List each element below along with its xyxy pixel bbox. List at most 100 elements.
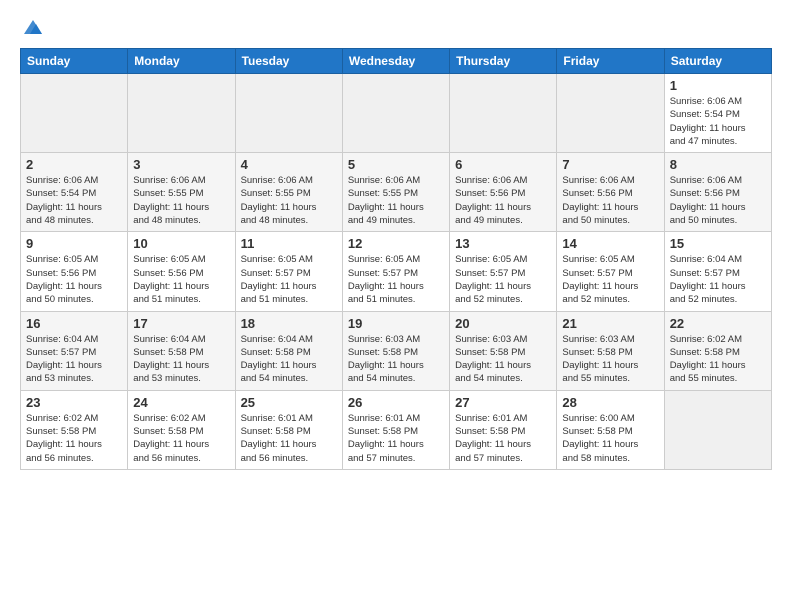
day-header-thursday: Thursday <box>450 49 557 74</box>
day-number: 7 <box>562 157 658 172</box>
day-info: Sunrise: 6:06 AM Sunset: 5:55 PM Dayligh… <box>241 174 337 227</box>
calendar-cell <box>128 74 235 153</box>
day-info: Sunrise: 6:04 AM Sunset: 5:57 PM Dayligh… <box>26 333 122 386</box>
day-number: 26 <box>348 395 444 410</box>
day-number: 12 <box>348 236 444 251</box>
day-info: Sunrise: 6:05 AM Sunset: 5:56 PM Dayligh… <box>26 253 122 306</box>
week-row-3: 9 Sunrise: 6:05 AM Sunset: 5:56 PM Daylig… <box>21 232 772 311</box>
day-number: 28 <box>562 395 658 410</box>
page: SundayMondayTuesdayWednesdayThursdayFrid… <box>0 0 792 486</box>
calendar-cell: 7 Sunrise: 6:06 AM Sunset: 5:56 PM Daylig… <box>557 153 664 232</box>
calendar-cell: 4 Sunrise: 6:06 AM Sunset: 5:55 PM Daylig… <box>235 153 342 232</box>
calendar-cell <box>450 74 557 153</box>
day-info: Sunrise: 6:05 AM Sunset: 5:57 PM Dayligh… <box>241 253 337 306</box>
day-info: Sunrise: 6:06 AM Sunset: 5:54 PM Dayligh… <box>670 95 766 148</box>
calendar-cell: 11 Sunrise: 6:05 AM Sunset: 5:57 PM Dayli… <box>235 232 342 311</box>
calendar-cell: 24 Sunrise: 6:02 AM Sunset: 5:58 PM Dayli… <box>128 390 235 469</box>
calendar-cell <box>342 74 449 153</box>
calendar-cell: 16Sunrise: 6:04 AM Sunset: 5:57 PM Dayli… <box>21 311 128 390</box>
day-info: Sunrise: 6:01 AM Sunset: 5:58 PM Dayligh… <box>241 412 337 465</box>
day-info: Sunrise: 6:02 AM Sunset: 5:58 PM Dayligh… <box>133 412 229 465</box>
day-number: 4 <box>241 157 337 172</box>
calendar-cell: 9 Sunrise: 6:05 AM Sunset: 5:56 PM Daylig… <box>21 232 128 311</box>
calendar-cell: 26 Sunrise: 6:01 AM Sunset: 5:58 PM Dayli… <box>342 390 449 469</box>
day-info: Sunrise: 6:02 AM Sunset: 5:58 PM Dayligh… <box>26 412 122 465</box>
day-number: 25 <box>241 395 337 410</box>
day-info: Sunrise: 6:01 AM Sunset: 5:58 PM Dayligh… <box>455 412 551 465</box>
day-number: 19 <box>348 316 444 331</box>
calendar-cell: 6 Sunrise: 6:06 AM Sunset: 5:56 PM Daylig… <box>450 153 557 232</box>
calendar-cell: 28 Sunrise: 6:00 AM Sunset: 5:58 PM Dayli… <box>557 390 664 469</box>
day-number: 21 <box>562 316 658 331</box>
day-info: Sunrise: 6:05 AM Sunset: 5:56 PM Dayligh… <box>133 253 229 306</box>
calendar-cell <box>557 74 664 153</box>
day-number: 13 <box>455 236 551 251</box>
day-info: Sunrise: 6:05 AM Sunset: 5:57 PM Dayligh… <box>562 253 658 306</box>
day-number: 15 <box>670 236 766 251</box>
calendar-cell: 18Sunrise: 6:04 AM Sunset: 5:58 PM Dayli… <box>235 311 342 390</box>
week-row-1: 1 Sunrise: 6:06 AM Sunset: 5:54 PM Daylig… <box>21 74 772 153</box>
day-info: Sunrise: 6:06 AM Sunset: 5:56 PM Dayligh… <box>455 174 551 227</box>
day-info: Sunrise: 6:04 AM Sunset: 5:58 PM Dayligh… <box>241 333 337 386</box>
day-number: 23 <box>26 395 122 410</box>
week-row-4: 16Sunrise: 6:04 AM Sunset: 5:57 PM Dayli… <box>21 311 772 390</box>
calendar-cell: 19 Sunrise: 6:03 AM Sunset: 5:58 PM Dayli… <box>342 311 449 390</box>
calendar-cell: 27 Sunrise: 6:01 AM Sunset: 5:58 PM Dayli… <box>450 390 557 469</box>
week-row-2: 2 Sunrise: 6:06 AM Sunset: 5:54 PM Daylig… <box>21 153 772 232</box>
day-number: 17 <box>133 316 229 331</box>
header <box>20 16 772 38</box>
calendar-cell: 8 Sunrise: 6:06 AM Sunset: 5:56 PM Daylig… <box>664 153 771 232</box>
calendar-cell: 15 Sunrise: 6:04 AM Sunset: 5:57 PM Dayli… <box>664 232 771 311</box>
day-info: Sunrise: 6:05 AM Sunset: 5:57 PM Dayligh… <box>348 253 444 306</box>
day-info: Sunrise: 6:00 AM Sunset: 5:58 PM Dayligh… <box>562 412 658 465</box>
calendar-cell: 2 Sunrise: 6:06 AM Sunset: 5:54 PM Daylig… <box>21 153 128 232</box>
day-number: 11 <box>241 236 337 251</box>
day-info: Sunrise: 6:05 AM Sunset: 5:57 PM Dayligh… <box>455 253 551 306</box>
day-info: Sunrise: 6:06 AM Sunset: 5:54 PM Dayligh… <box>26 174 122 227</box>
calendar-cell: 10 Sunrise: 6:05 AM Sunset: 5:56 PM Dayli… <box>128 232 235 311</box>
day-number: 27 <box>455 395 551 410</box>
calendar-table: SundayMondayTuesdayWednesdayThursdayFrid… <box>20 48 772 470</box>
calendar-cell: 25 Sunrise: 6:01 AM Sunset: 5:58 PM Dayli… <box>235 390 342 469</box>
calendar-cell: 20 Sunrise: 6:03 AM Sunset: 5:58 PM Dayli… <box>450 311 557 390</box>
calendar-cell: 5 Sunrise: 6:06 AM Sunset: 5:55 PM Daylig… <box>342 153 449 232</box>
calendar-cell: 3Sunrise: 6:06 AM Sunset: 5:55 PM Daylig… <box>128 153 235 232</box>
calendar-cell <box>664 390 771 469</box>
day-info: Sunrise: 6:06 AM Sunset: 5:56 PM Dayligh… <box>670 174 766 227</box>
day-number: 8 <box>670 157 766 172</box>
calendar-cell: 23 Sunrise: 6:02 AM Sunset: 5:58 PM Dayli… <box>21 390 128 469</box>
day-info: Sunrise: 6:04 AM Sunset: 5:58 PM Dayligh… <box>133 333 229 386</box>
day-info: Sunrise: 6:04 AM Sunset: 5:57 PM Dayligh… <box>670 253 766 306</box>
day-number: 6 <box>455 157 551 172</box>
day-info: Sunrise: 6:02 AM Sunset: 5:58 PM Dayligh… <box>670 333 766 386</box>
day-number: 24 <box>133 395 229 410</box>
calendar-cell: 17 Sunrise: 6:04 AM Sunset: 5:58 PM Dayli… <box>128 311 235 390</box>
day-number: 14 <box>562 236 658 251</box>
calendar-cell: 14 Sunrise: 6:05 AM Sunset: 5:57 PM Dayli… <box>557 232 664 311</box>
day-info: Sunrise: 6:03 AM Sunset: 5:58 PM Dayligh… <box>348 333 444 386</box>
day-number: 3 <box>133 157 229 172</box>
day-info: Sunrise: 6:01 AM Sunset: 5:58 PM Dayligh… <box>348 412 444 465</box>
day-number: 5 <box>348 157 444 172</box>
day-number: 9 <box>26 236 122 251</box>
day-number: 10 <box>133 236 229 251</box>
calendar-cell: 22Sunrise: 6:02 AM Sunset: 5:58 PM Dayli… <box>664 311 771 390</box>
day-number: 2 <box>26 157 122 172</box>
day-header-sunday: Sunday <box>21 49 128 74</box>
day-info: Sunrise: 6:06 AM Sunset: 5:55 PM Dayligh… <box>348 174 444 227</box>
week-row-5: 23 Sunrise: 6:02 AM Sunset: 5:58 PM Dayli… <box>21 390 772 469</box>
logo <box>20 16 44 38</box>
calendar-cell: 1 Sunrise: 6:06 AM Sunset: 5:54 PM Daylig… <box>664 74 771 153</box>
day-number: 1 <box>670 78 766 93</box>
day-number: 20 <box>455 316 551 331</box>
day-header-monday: Monday <box>128 49 235 74</box>
calendar-cell: 21Sunrise: 6:03 AM Sunset: 5:58 PM Dayli… <box>557 311 664 390</box>
day-header-tuesday: Tuesday <box>235 49 342 74</box>
day-info: Sunrise: 6:06 AM Sunset: 5:56 PM Dayligh… <box>562 174 658 227</box>
logo-icon <box>22 16 44 38</box>
day-header-saturday: Saturday <box>664 49 771 74</box>
calendar-cell: 12 Sunrise: 6:05 AM Sunset: 5:57 PM Dayli… <box>342 232 449 311</box>
day-info: Sunrise: 6:03 AM Sunset: 5:58 PM Dayligh… <box>455 333 551 386</box>
calendar-cell: 13 Sunrise: 6:05 AM Sunset: 5:57 PM Dayli… <box>450 232 557 311</box>
calendar-cell <box>235 74 342 153</box>
